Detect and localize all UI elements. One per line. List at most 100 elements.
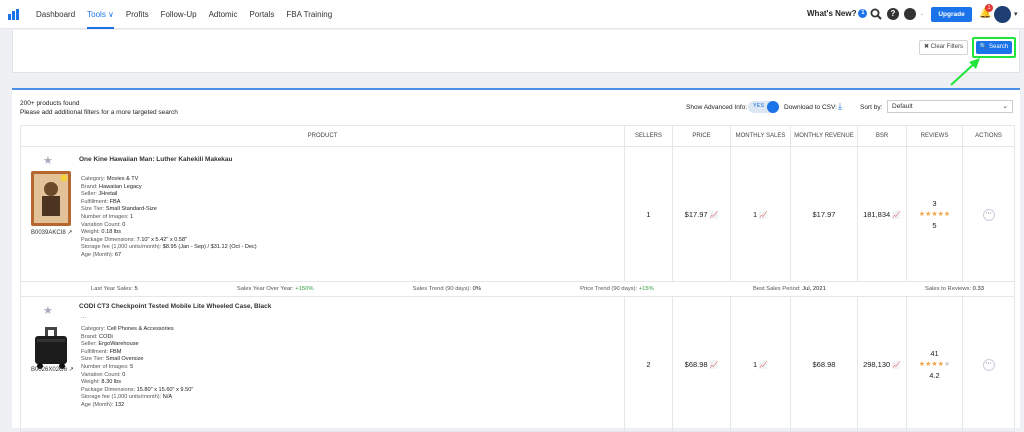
download-icon[interactable]: ⤓ xyxy=(838,101,842,112)
monthly-sales-cell[interactable]: 1 📈 xyxy=(730,146,791,282)
theme-icon[interactable] xyxy=(904,8,916,20)
attr-row: Age (Month): 132 xyxy=(81,401,125,408)
clear-filters-button[interactable]: ✖ Clear Filters xyxy=(919,40,968,55)
rating-stars: ★★★★★ xyxy=(918,360,951,368)
whats-new-link[interactable]: What's New? 1 xyxy=(807,9,868,19)
chart-icon[interactable]: 📈 xyxy=(759,211,768,219)
nav-portals[interactable]: Portals xyxy=(250,0,275,29)
sales-yoy: Sales Year Over Year: +150% xyxy=(236,286,314,292)
table-row: ★ B0026X02G6 ↗ CODI CT3 Checkpoint Teste… xyxy=(20,296,1015,432)
price-cell[interactable]: $17.97 📈 xyxy=(672,146,731,282)
nav-follow-up[interactable]: Follow-Up xyxy=(161,0,197,29)
whats-new-badge: 1 xyxy=(858,9,868,19)
search-button[interactable]: 🔍 Search xyxy=(976,41,1012,54)
col-monthly-sales[interactable]: MONTHLY SALES xyxy=(730,125,791,147)
bsr-cell[interactable]: 181,834 📈 xyxy=(857,146,907,282)
asin-link[interactable]: B0026X02G6 ↗ xyxy=(31,366,74,373)
chart-icon[interactable]: 📈 xyxy=(759,361,768,369)
product-attributes: Category: Movies & TV Brand: Hawaiian Le… xyxy=(81,176,257,260)
avatar[interactable] xyxy=(994,6,1011,23)
filter-panel xyxy=(12,30,1020,73)
price-cell[interactable]: $68.98 📈 xyxy=(672,296,731,432)
help-icon[interactable]: ? xyxy=(887,8,899,20)
col-monthly-revenue[interactable]: MONTHLY REVENUE xyxy=(790,125,858,147)
favorite-star-icon[interactable]: ★ xyxy=(43,304,53,317)
product-cell: ★ B0026X02G6 ↗ CODI CT3 Checkpoint Teste… xyxy=(20,296,625,432)
col-actions: ACTIONS xyxy=(962,125,1015,147)
products-table: PRODUCT SELLERS PRICE MONTHLY SALES MONT… xyxy=(20,125,1015,432)
attr-row: Category: Cell Phones & Accessories xyxy=(81,326,174,332)
more-actions-button[interactable]: ⋯ xyxy=(982,358,995,371)
product-attributes: Category: Cell Phones & Accessories Bran… xyxy=(81,326,193,410)
chevron-down-icon: ⌄ xyxy=(1002,103,1008,110)
attr-row: Weight: 0.18 lbs xyxy=(81,229,122,236)
table-header: PRODUCT SELLERS PRICE MONTHLY SALES MONT… xyxy=(20,125,1015,147)
attr-row: Number of Images: 5 xyxy=(81,363,134,370)
asin-link[interactable]: B0039AKCI8 ↗ xyxy=(31,229,72,236)
nav-fba-training[interactable]: FBA Training xyxy=(286,0,332,29)
attr-row: Storage fee (1,000 units/month): N/A xyxy=(81,394,173,401)
bsr-cell[interactable]: 298,130 📈 xyxy=(857,296,907,432)
app-logo-icon[interactable] xyxy=(8,9,20,20)
monthly-revenue-cell: $17.97 xyxy=(790,146,858,282)
sort-by-label: Sort by: xyxy=(860,104,883,111)
product-image[interactable] xyxy=(31,327,71,369)
col-sellers[interactable]: SELLERS xyxy=(624,125,673,147)
favorite-star-icon[interactable]: ★ xyxy=(43,154,53,167)
advanced-info-label: Show Advanced Info: xyxy=(686,104,748,111)
product-image[interactable] xyxy=(31,171,71,226)
price-value: $17.97 xyxy=(684,209,708,219)
product-title[interactable]: One Kine Hawaiian Man: Luther Kahekili M… xyxy=(79,156,233,163)
chevron-down-icon[interactable]: ▾ xyxy=(1014,10,1018,18)
actions-cell: ⋯ xyxy=(962,296,1015,432)
price-trend: Price Trend (90 days): +15% xyxy=(580,286,654,292)
attr-row: Age (Month): 67 xyxy=(81,251,122,258)
attr-row: Fulfillment: FBA xyxy=(81,198,121,205)
table-row: ★ B0039AKCI8 ↗ One Kine Hawaiian Man: Lu… xyxy=(20,146,1015,282)
product-title[interactable]: CODI CT3 Checkpoint Tested Mobile Lite W… xyxy=(79,303,271,310)
nav-tools[interactable]: Tools ∨ xyxy=(87,0,114,29)
chart-icon[interactable]: 📈 xyxy=(710,211,719,219)
sellers-cell: 2 xyxy=(624,296,673,432)
attr-row: Number of Images: 1 xyxy=(81,213,134,220)
attr-row: Brand: Hawaiian Legacy xyxy=(81,183,142,190)
bsr-value: 181,834 xyxy=(863,209,891,219)
col-bsr[interactable]: BSR xyxy=(857,125,907,147)
top-navbar: Dashboard Tools ∨ Profits Follow-Up Adto… xyxy=(0,0,1024,29)
col-price[interactable]: PRICE xyxy=(672,125,731,147)
sort-select-value: Default xyxy=(892,103,913,110)
attr-row: Weight: 8.30 lbs xyxy=(81,379,122,386)
chart-icon[interactable]: 📈 xyxy=(892,211,901,219)
rating-stars: ★★★★★ xyxy=(918,210,951,218)
search-icon[interactable] xyxy=(870,8,882,20)
external-link-icon: ↗ xyxy=(67,230,73,236)
rating-value: 4.2 xyxy=(929,370,940,380)
attr-row: Category: Movies & TV xyxy=(81,176,139,182)
results-hint: Please add additional filters for a more… xyxy=(20,109,178,116)
chart-icon[interactable]: 📈 xyxy=(892,361,901,369)
monthly-revenue-cell: $68.98 xyxy=(790,296,858,432)
upgrade-button[interactable]: Upgrade xyxy=(931,7,972,22)
col-product[interactable]: PRODUCT xyxy=(20,125,625,147)
attr-row: Seller: ErgoWarehouse xyxy=(81,341,139,348)
more-actions-button[interactable]: ⋯ xyxy=(982,208,995,221)
chart-icon[interactable]: 📈 xyxy=(710,361,719,369)
nav-adtomic[interactable]: Adtomic xyxy=(209,0,238,29)
results-panel: 200+ products found Please add additiona… xyxy=(12,88,1020,432)
monthly-sales-cell[interactable]: 1 📈 xyxy=(730,296,791,432)
dropdown-caret-icon: ⌄ xyxy=(920,11,925,17)
advanced-info-toggle[interactable]: YES xyxy=(748,101,779,113)
nav-dashboard[interactable]: Dashboard xyxy=(36,0,75,29)
notification-badge: 1 xyxy=(985,4,993,12)
attr-row: Brand: CODi xyxy=(81,333,113,340)
nav-profits[interactable]: Profits xyxy=(126,0,149,29)
last-year-sales: Last Year Sales: 5 xyxy=(91,286,138,292)
download-csv-label: Download to CSV: xyxy=(784,104,837,111)
search-highlight: 🔍 Search xyxy=(972,37,1016,58)
col-reviews[interactable]: REVIEWS xyxy=(906,125,963,147)
sellers-cell: 1 xyxy=(624,146,673,282)
reviews-cell: 41 ★★★★★ 4.2 xyxy=(906,296,963,432)
attr-row: Size Tier: Small Oversize xyxy=(81,356,144,363)
attr-row: Variation Count: 0 xyxy=(81,221,126,228)
sort-select[interactable]: Default ⌄ xyxy=(887,100,1013,113)
